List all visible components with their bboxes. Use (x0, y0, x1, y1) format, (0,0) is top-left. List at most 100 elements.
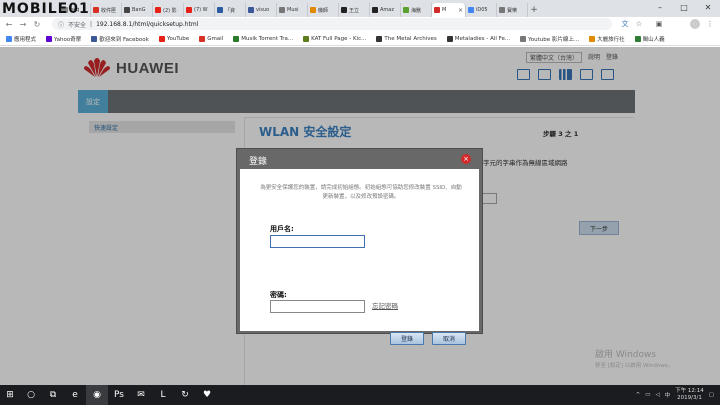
browser-tab[interactable]: M × (432, 3, 466, 17)
update-icon[interactable]: ↻ (174, 385, 196, 405)
chevron-up-icon[interactable]: ^ (636, 392, 641, 398)
username-field[interactable] (270, 235, 365, 248)
mobile01-watermark: MOBILE01 (2, 1, 90, 17)
tab-label: 寶樂 (507, 7, 518, 14)
activation-subtitle: 移至 [設定] 以啟用 Windows。 (595, 363, 674, 369)
tab-close-icon[interactable]: × (458, 7, 463, 14)
close-window-button[interactable]: ✕ (696, 0, 720, 14)
dialog-body: 為更安全保護您的裝置，請完成初始組態。初始組態可協助您修改裝置 SSID、自動更… (240, 169, 479, 345)
tab-label: (7) W (194, 7, 208, 13)
browser-tab[interactable]: 機師 (308, 3, 339, 17)
reload-icon[interactable]: ↻ (32, 20, 42, 30)
bookmark-item[interactable]: KAT Full Page - Kic... (303, 35, 367, 42)
tab-label: BanG (132, 7, 146, 13)
bookmark-label: 歡迎來到 Facebook (99, 36, 149, 43)
bookmark-item[interactable]: 大麗旅行社 (589, 35, 625, 43)
bookmark-favicon-icon (589, 35, 596, 42)
bookmark-label: 應用程式 (14, 36, 37, 43)
chrome-icon[interactable]: ◉ (86, 385, 108, 405)
browser-tab[interactable]: BanG (122, 3, 153, 17)
bookmark-favicon-icon (233, 35, 240, 42)
bookmark-favicon-icon (46, 35, 53, 42)
dialog-description: 為更安全保護您的裝置，請完成初始組態。初始組態可協助您修改裝置 SSID、自動更… (260, 185, 462, 200)
menu-dots-icon[interactable]: ⋮ (705, 19, 715, 29)
extension-icon[interactable]: ▣ (654, 19, 664, 29)
bookmark-favicon-icon (376, 35, 383, 42)
notification-icon[interactable]: ▢ (709, 392, 714, 398)
login-dialog: 登錄 × 為更安全保護您的裝置，請完成初始組態。初始組態可協助您修改裝置 SSI… (236, 148, 483, 345)
mail-icon[interactable]: ✉ (130, 385, 152, 405)
tab-favicon-icon (186, 7, 192, 13)
address-bar: ← → ↻ ⓘ 不安全 | 192.168.8.1/html/quicksetu… (0, 17, 720, 32)
login-button[interactable]: 登錄 (390, 332, 424, 345)
cancel-button[interactable]: 取消 (432, 332, 466, 345)
task-view-icon[interactable]: ⧉ (42, 385, 64, 405)
password-field[interactable] (270, 300, 365, 313)
browser-tab[interactable]: 「資 (215, 3, 246, 17)
browser-tab[interactable]: (7) W (184, 3, 215, 17)
browser-tab[interactable]: 收件匣 (91, 3, 122, 17)
forgot-password-link[interactable]: 忘記密碼 (372, 300, 398, 310)
browser-tab[interactable]: 寶樂 (497, 3, 528, 17)
bookmark-item[interactable]: Musik Torrent Tra... (233, 35, 293, 42)
bookmark-label: KAT Full Page - Kic... (311, 35, 367, 42)
window-controls: – □ ✕ (648, 0, 720, 14)
bookmark-favicon-icon (199, 35, 206, 42)
dialog-title: 登錄 (249, 157, 268, 167)
ime-indicator[interactable]: 中 (665, 391, 671, 399)
bookmark-item[interactable]: YouTube (158, 35, 190, 42)
bookmark-item[interactable]: 應用程式 (6, 35, 36, 43)
bookmark-item[interactable]: Youtube 影片線上... (520, 35, 579, 43)
clock[interactable]: 下午 12:14 2019/3/1 (675, 388, 704, 402)
browser-tab[interactable]: visuo (246, 3, 277, 17)
bookmark-item[interactable]: 閩山人義 (634, 35, 665, 43)
maximize-button[interactable]: □ (672, 0, 696, 14)
bookmark-item[interactable]: The Metal Archives (376, 35, 437, 42)
forward-arrow-icon[interactable]: → (18, 20, 28, 30)
bookmark-star-icon[interactable]: ☆ (634, 19, 644, 29)
close-icon[interactable]: × (461, 154, 471, 164)
bookmark-item[interactable]: Gmail (199, 35, 223, 42)
tab-label: Amaz (380, 7, 394, 13)
edge-icon[interactable]: e (64, 385, 86, 405)
start-icon[interactable]: ⊞ (0, 385, 20, 405)
bookmark-favicon-icon (634, 35, 641, 42)
omnibox[interactable]: ⓘ 不安全 | 192.168.8.1/html/quicksetup.html (52, 18, 612, 30)
new-tab-button[interactable]: + (528, 3, 540, 17)
tab-favicon-icon (155, 7, 161, 13)
browser-tab[interactable]: Amaz (370, 3, 401, 17)
bookmark-item[interactable]: Metaladies - All Fe... (446, 35, 511, 42)
line-icon[interactable]: L (152, 385, 174, 405)
password-label: 密碼: (270, 291, 287, 299)
bookmark-label: Metaladies - All Fe... (454, 35, 511, 42)
tab-favicon-icon (279, 7, 285, 13)
network-tray-icon[interactable]: ▭ (645, 392, 650, 398)
tab-favicon-icon (468, 7, 474, 13)
search-icon[interactable]: ○ (20, 385, 42, 405)
photoshop-icon[interactable]: Ps (108, 385, 130, 405)
browser-tab[interactable]: iD05 (466, 3, 497, 17)
browser-tab[interactable]: 王立 (339, 3, 370, 17)
browser-tab[interactable]: Musi (277, 3, 308, 17)
browser-tab[interactable]: (2) 影 (153, 3, 184, 17)
security-icon[interactable]: ♥ (196, 385, 218, 405)
url-text[interactable]: 192.168.8.1/html/quicksetup.html (96, 21, 198, 28)
bookmark-favicon-icon (6, 35, 12, 42)
tab-label: 王立 (349, 7, 360, 14)
router-page: 繁體中文（台灣） 說明 登錄 HUAWEI 設定 快速設定 WLAN 安全設定 … (0, 47, 720, 385)
browser-window: MOBILE01 oaq 收件匣 BanG (2) 影 (7) W 「資 visuo Musi… (0, 0, 720, 385)
bookmark-item[interactable]: Yahoo奇摩 (46, 35, 81, 43)
tab-favicon-icon (310, 7, 316, 13)
volume-icon[interactable]: ◁ (655, 392, 659, 398)
bookmark-label: YouTube (166, 35, 190, 42)
translate-icon[interactable]: 文 (620, 19, 630, 29)
minimize-button[interactable]: – (648, 0, 672, 14)
bookmarks-bar: 應用程式 Yahoo奇摩 歡迎來到 Facebook YouTube Gmail Musi… (0, 32, 720, 46)
windows-activation-watermark: 啟用 Windows 移至 [設定] 以啟用 Windows。 (595, 347, 673, 369)
bookmark-item[interactable]: 歡迎來到 Facebook (91, 35, 149, 43)
bookmark-favicon-icon (91, 35, 98, 42)
info-icon[interactable]: ⓘ (58, 20, 64, 29)
profile-avatar[interactable] (690, 19, 700, 29)
back-arrow-icon[interactable]: ← (4, 20, 14, 30)
browser-tab[interactable]: 海獸 (401, 3, 432, 17)
